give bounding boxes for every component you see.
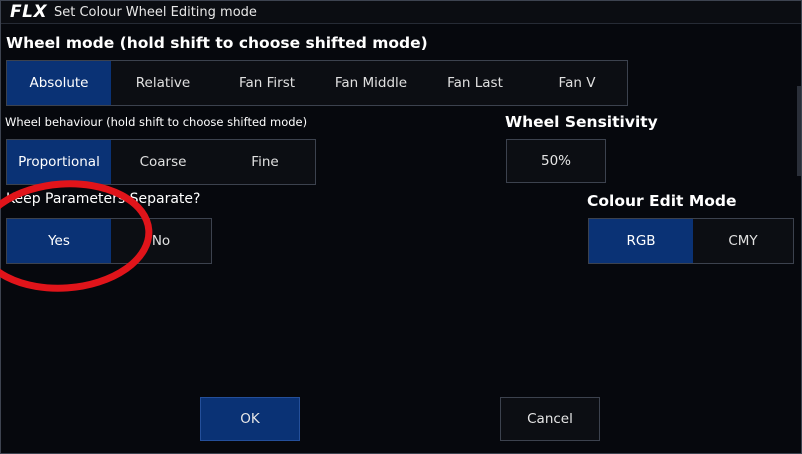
ok-button[interactable]: OK [200,397,300,441]
cancel-button[interactable]: Cancel [500,397,600,441]
wheel-behaviour-coarse-button[interactable]: Coarse [111,140,215,184]
wheel-mode-group: Absolute Relative Fan First Fan Middle F… [6,60,628,106]
keep-parameters-label: Keep Parameters Separate? [6,191,201,207]
right-edge-strip [796,26,801,446]
wheel-mode-label: Wheel mode (hold shift to choose shifted… [6,34,428,52]
colour-edit-mode-label: Colour Edit Mode [587,192,737,210]
dialog-window: FLX Set Colour Wheel Editing mode Wheel … [0,0,802,454]
keep-parameters-group: Yes No [6,218,212,264]
app-logo: FLX [10,2,48,22]
wheel-mode-fan-first-button[interactable]: Fan First [215,61,319,105]
colour-edit-mode-cmy-button[interactable]: CMY [693,219,793,263]
wheel-behaviour-label: Wheel behaviour (hold shift to choose sh… [5,115,308,129]
colour-edit-mode-group: RGB CMY [588,218,794,264]
colour-edit-mode-rgb-button[interactable]: RGB [589,219,693,263]
wheel-mode-fan-last-button[interactable]: Fan Last [423,61,527,105]
wheel-mode-absolute-button[interactable]: Absolute [7,61,111,105]
wheel-behaviour-fine-button[interactable]: Fine [215,140,315,184]
wheel-sensitivity-button[interactable]: 50% [506,139,606,183]
title-bar: FLX Set Colour Wheel Editing mode [1,1,801,24]
keep-parameters-no-button[interactable]: No [111,219,211,263]
wheel-behaviour-group: Proportional Coarse Fine [6,139,316,185]
wheel-sensitivity-label: Wheel Sensitivity [505,113,658,131]
window-title: Set Colour Wheel Editing mode [54,5,257,20]
wheel-mode-fan-v-button[interactable]: Fan V [527,61,627,105]
wheel-behaviour-proportional-button[interactable]: Proportional [7,140,111,184]
keep-parameters-yes-button[interactable]: Yes [7,219,111,263]
wheel-mode-fan-middle-button[interactable]: Fan Middle [319,61,423,105]
wheel-mode-relative-button[interactable]: Relative [111,61,215,105]
